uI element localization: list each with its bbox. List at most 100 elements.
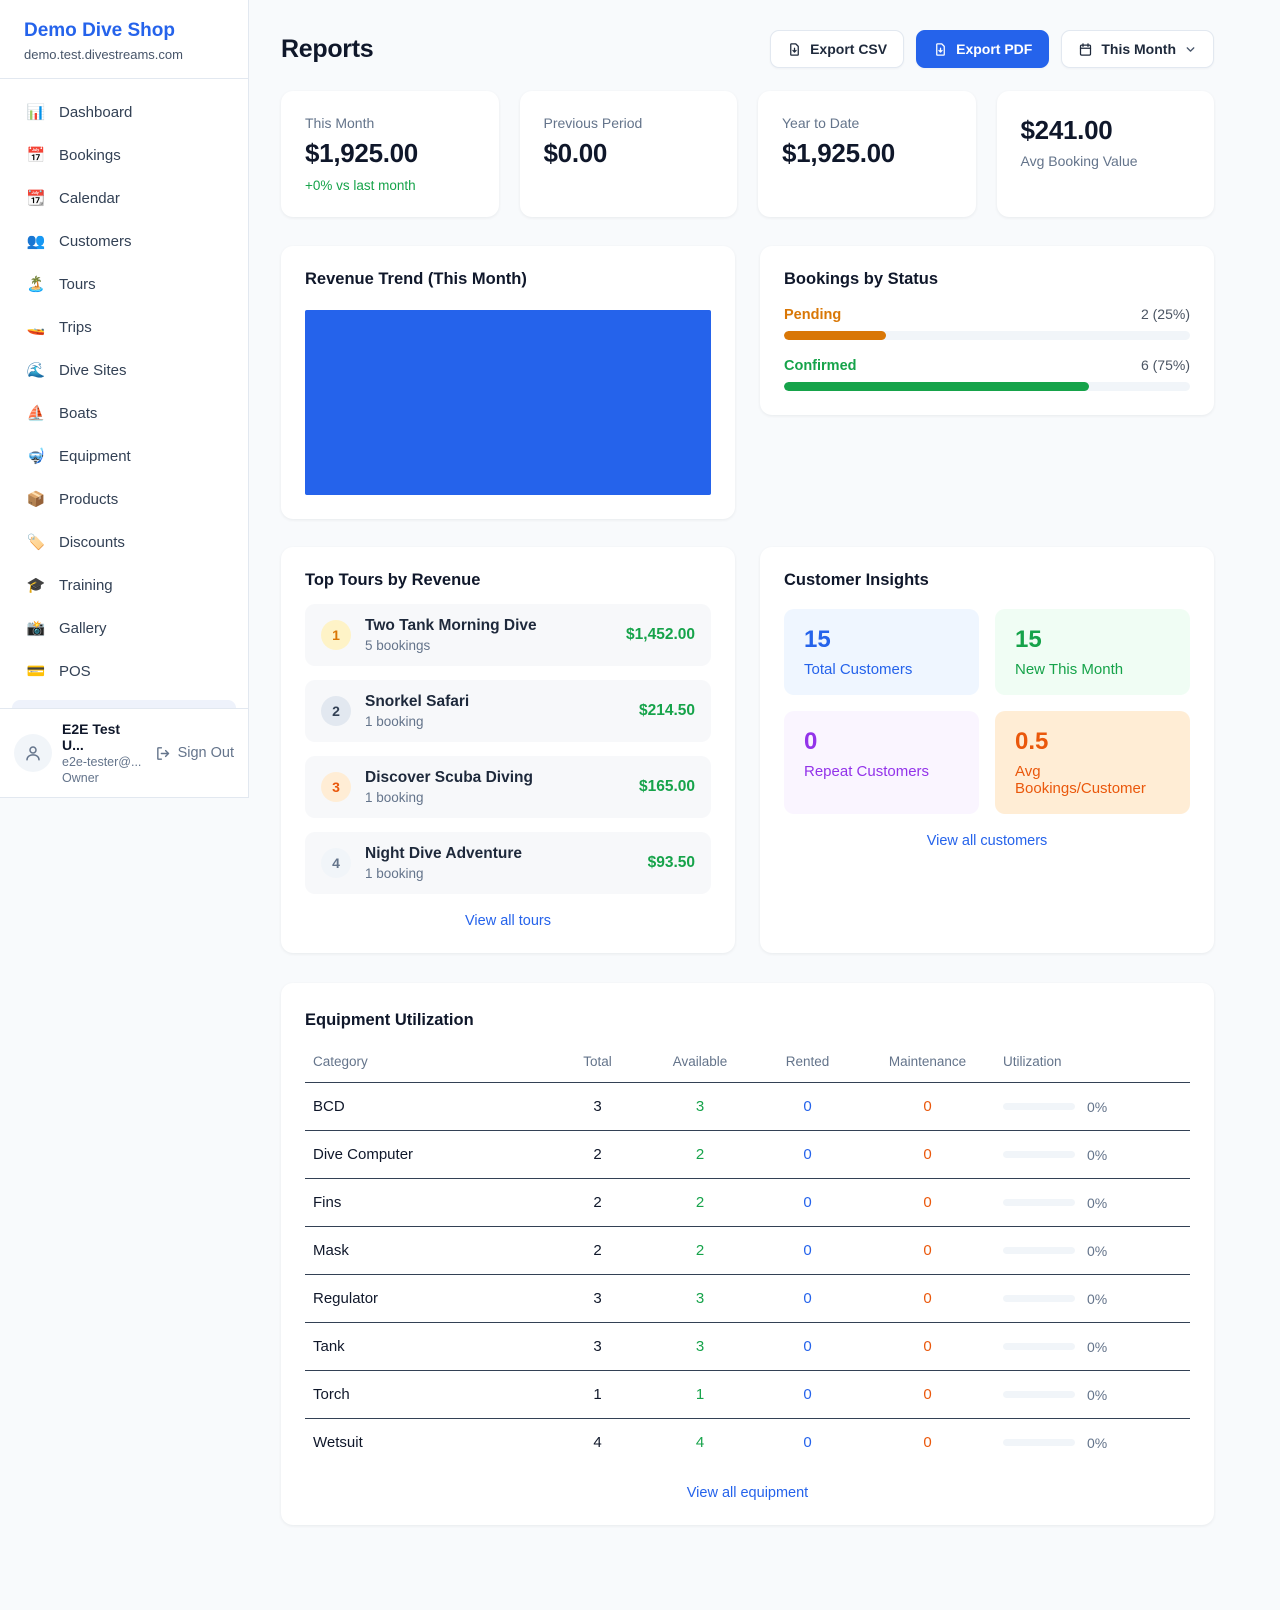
equipment-rented: 0 bbox=[755, 1419, 860, 1467]
revenue-trend-chart bbox=[305, 310, 711, 495]
tour-row: 4 Night Dive Adventure1 booking $93.50 bbox=[305, 832, 711, 894]
charts-row: Revenue Trend (This Month) Bookings by S… bbox=[281, 246, 1214, 519]
sidebar-item-bookings[interactable]: 📅Bookings bbox=[12, 138, 236, 172]
view-all-tours-link[interactable]: View all tours bbox=[305, 913, 711, 929]
tour-bookings: 1 booking bbox=[365, 714, 625, 729]
equipment-utilization: 0% bbox=[995, 1227, 1190, 1275]
insight-tile-total-customers: 15 Total Customers bbox=[784, 609, 979, 695]
utilization-percent: 0% bbox=[1087, 1339, 1107, 1355]
equipment-row: Torch11000% bbox=[305, 1371, 1190, 1419]
rank-badge: 2 bbox=[321, 696, 351, 726]
page-header: Reports Export CSV Export PDF This Month bbox=[281, 30, 1214, 68]
sidebar-item-dive-sites[interactable]: 🌊Dive Sites bbox=[12, 353, 236, 387]
utilization-bar-track bbox=[1003, 1103, 1075, 1110]
sidebar-item-pos[interactable]: 💳POS bbox=[12, 654, 236, 688]
equipment-rented: 0 bbox=[755, 1323, 860, 1371]
utilization-bar-track bbox=[1003, 1199, 1075, 1206]
col-header-available: Available bbox=[645, 1042, 755, 1083]
insights-row: Top Tours by Revenue 1 Two Tank Morning … bbox=[281, 547, 1214, 953]
user-icon bbox=[24, 744, 42, 762]
main-content: Reports Export CSV Export PDF This Month… bbox=[249, 0, 1280, 1565]
insight-label: Total Customers bbox=[804, 661, 959, 678]
rank-badge: 3 bbox=[321, 772, 351, 802]
insight-value: 15 bbox=[804, 626, 959, 654]
equipment-rented: 0 bbox=[755, 1083, 860, 1131]
equipment-total: 3 bbox=[550, 1275, 645, 1323]
sidebar-item-calendar[interactable]: 📆Calendar bbox=[12, 181, 236, 215]
utilization-percent: 0% bbox=[1087, 1291, 1107, 1307]
customers-icon: 👥 bbox=[26, 232, 46, 250]
tour-name: Discover Scuba Diving bbox=[365, 769, 625, 787]
sidebar-item-label: Dashboard bbox=[59, 104, 132, 121]
chevron-down-icon bbox=[1184, 43, 1197, 56]
tour-amount: $93.50 bbox=[648, 854, 695, 872]
equipment-maintenance: 0 bbox=[860, 1227, 995, 1275]
utilization-percent: 0% bbox=[1087, 1147, 1107, 1163]
export-pdf-button[interactable]: Export PDF bbox=[916, 30, 1049, 68]
sidebar-item-dashboard[interactable]: 📊Dashboard bbox=[12, 95, 236, 129]
sidebar-item-label: Discounts bbox=[59, 534, 125, 551]
equipment-category: BCD bbox=[305, 1083, 550, 1131]
sign-out-button[interactable]: Sign Out bbox=[155, 745, 234, 762]
sidebar-item-boats[interactable]: ⛵ Boats bbox=[12, 396, 236, 430]
bookings-by-status-title: Bookings by Status bbox=[784, 270, 1190, 289]
col-header-utilization: Utilization bbox=[995, 1042, 1190, 1083]
tour-row: 3 Discover Scuba Diving1 booking $165.00 bbox=[305, 756, 711, 818]
view-all-customers-link[interactable]: View all customers bbox=[784, 833, 1190, 849]
status-progress-fill bbox=[784, 331, 886, 340]
equipment-total: 2 bbox=[550, 1131, 645, 1179]
status-row-pending: Pending 2 (25%) bbox=[784, 306, 1190, 340]
diving-mask-icon: 🤿 bbox=[26, 447, 46, 465]
stats-row: This Month $1,925.00 +0% vs last month P… bbox=[281, 91, 1214, 217]
sidebar-item-label: Equipment bbox=[59, 448, 131, 465]
equipment-maintenance: 0 bbox=[860, 1083, 995, 1131]
view-all-equipment-link[interactable]: View all equipment bbox=[305, 1485, 1190, 1501]
sidebar-item-label: Boats bbox=[59, 405, 97, 422]
sidebar-item-discounts[interactable]: 🏷️Discounts bbox=[12, 525, 236, 559]
equipment-category: Torch bbox=[305, 1371, 550, 1419]
equipment-available: 1 bbox=[645, 1371, 755, 1419]
tour-bookings: 5 bookings bbox=[365, 638, 612, 653]
brand-block: Demo Dive Shop demo.test.divestreams.com bbox=[0, 0, 248, 79]
equipment-utilization-title: Equipment Utilization bbox=[305, 1011, 1190, 1030]
sidebar-item-gallery[interactable]: 📸Gallery bbox=[12, 611, 236, 645]
user-role: Owner bbox=[62, 771, 145, 785]
equipment-available: 3 bbox=[645, 1323, 755, 1371]
sidebar-item-label: POS bbox=[59, 663, 91, 680]
equipment-total: 1 bbox=[550, 1371, 645, 1419]
sidebar-item-label: Bookings bbox=[59, 147, 121, 164]
sidebar-item-customers[interactable]: 👥Customers bbox=[12, 224, 236, 258]
equipment-table: Category Total Available Rented Maintena… bbox=[305, 1042, 1190, 1466]
equipment-category: Wetsuit bbox=[305, 1419, 550, 1467]
status-label: Confirmed bbox=[784, 358, 857, 374]
export-pdf-label: Export PDF bbox=[956, 41, 1032, 57]
period-dropdown[interactable]: This Month bbox=[1061, 30, 1214, 68]
period-label: This Month bbox=[1101, 41, 1176, 57]
equipment-maintenance: 0 bbox=[860, 1179, 995, 1227]
sidebar-item-equipment[interactable]: 🤿 Equipment bbox=[12, 439, 236, 473]
equipment-utilization: 0% bbox=[995, 1371, 1190, 1419]
sailboat-icon: ⛵ bbox=[26, 404, 46, 422]
sidebar-item-trips[interactable]: 🚤Trips bbox=[12, 310, 236, 344]
header-actions: Export CSV Export PDF This Month bbox=[770, 30, 1214, 68]
sidebar-item-training[interactable]: 🎓Training bbox=[12, 568, 236, 602]
user-panel: E2E Test U... e2e-tester@... Owner Sign … bbox=[0, 708, 248, 797]
active-nav-indicator bbox=[12, 700, 236, 708]
sidebar-item-tours[interactable]: 🏝️Tours bbox=[12, 267, 236, 301]
equipment-available: 3 bbox=[645, 1083, 755, 1131]
export-csv-button[interactable]: Export CSV bbox=[770, 30, 904, 68]
utilization-bar-track bbox=[1003, 1295, 1075, 1302]
col-header-rented: Rented bbox=[755, 1042, 860, 1083]
equipment-rented: 0 bbox=[755, 1131, 860, 1179]
sidebar-item-label: Gallery bbox=[59, 620, 107, 637]
utilization-bar-track bbox=[1003, 1439, 1075, 1446]
utilization-percent: 0% bbox=[1087, 1099, 1107, 1115]
sidebar-item-label: Trips bbox=[59, 319, 92, 336]
col-header-maintenance: Maintenance bbox=[860, 1042, 995, 1083]
sidebar-item-products[interactable]: 📦Products bbox=[12, 482, 236, 516]
stat-value: $241.00 bbox=[1021, 115, 1191, 146]
stat-card-avg-booking-value: $241.00 Avg Booking Value bbox=[997, 91, 1215, 217]
stat-label: Year to Date bbox=[782, 115, 952, 131]
logout-icon bbox=[155, 745, 172, 762]
status-label: Pending bbox=[784, 307, 841, 323]
